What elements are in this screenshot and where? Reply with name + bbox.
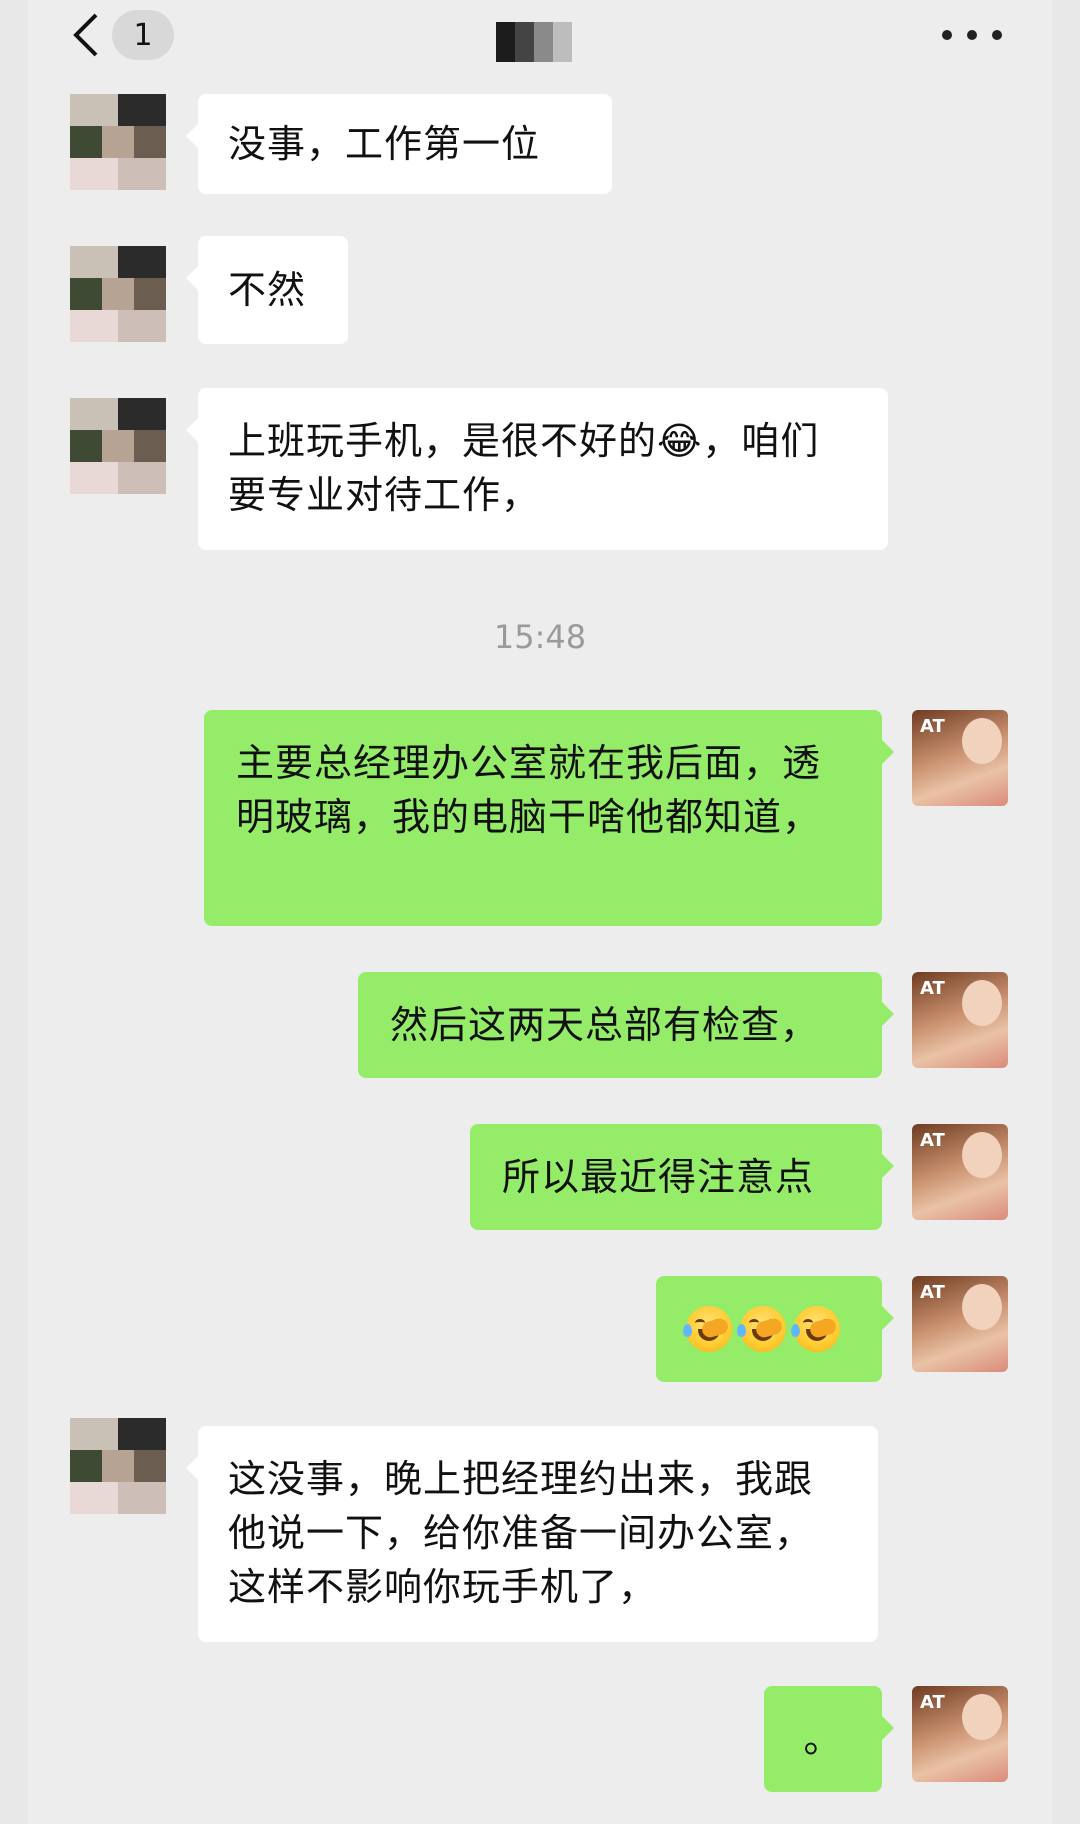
contact-avatar[interactable] (70, 246, 166, 342)
message-text: 不然 (228, 268, 307, 312)
message-bubble-incoming[interactable]: 不然 (186, 236, 348, 344)
facepalm-emoji-icon (737, 1306, 786, 1352)
message-text: 上班玩手机，是很不好的😂，咱们要专业对待工作， (228, 419, 820, 517)
message-bubble-outgoing[interactable]: 。 (764, 1686, 894, 1792)
message-bubble-outgoing[interactable]: 所以最近得注意点 (470, 1124, 894, 1230)
facepalm-emoji-icon (683, 1306, 732, 1352)
message-bubble-outgoing[interactable]: 主要总经理办公室就在我后面，透明玻璃，我的电脑干啥他都知道， (204, 710, 894, 926)
back-button[interactable] (66, 10, 106, 60)
message-text: 这没事，晚上把经理约出来，我跟他说一下，给你准备一间办公室，这样不影响你玩手机了… (228, 1457, 814, 1609)
more-options-button[interactable] (942, 20, 1002, 50)
my-avatar[interactable]: AT (912, 1124, 1008, 1220)
chevron-left-icon (73, 13, 98, 57)
my-avatar[interactable]: AT (912, 710, 1008, 806)
right-edge (1052, 0, 1080, 1824)
chat-header: 1 (0, 0, 1080, 80)
chat-title-redacted (496, 22, 572, 62)
my-avatar[interactable]: AT (912, 972, 1008, 1068)
unread-count-badge[interactable]: 1 (112, 10, 174, 60)
message-text: 没事，工作第一位 (228, 122, 541, 166)
message-timestamp: 15:48 (493, 618, 587, 656)
contact-avatar[interactable] (70, 94, 166, 190)
my-avatar[interactable]: AT (912, 1686, 1008, 1782)
contact-avatar[interactable] (70, 398, 166, 494)
message-bubble-outgoing[interactable]: 然后这两天总部有检查， (358, 972, 894, 1078)
message-text: 主要总经理办公室就在我后面，透明玻璃，我的电脑干啥他都知道， (236, 741, 822, 839)
facepalm-emoji-icon (791, 1306, 840, 1352)
message-bubble-incoming[interactable]: 这没事，晚上把经理约出来，我跟他说一下，给你准备一间办公室，这样不影响你玩手机了… (186, 1426, 878, 1642)
left-edge (0, 0, 28, 1824)
message-text: 。 (803, 1717, 843, 1761)
my-avatar[interactable]: AT (912, 1276, 1008, 1372)
more-dots-icon (942, 30, 952, 40)
contact-avatar[interactable] (70, 1418, 166, 1514)
message-text: 然后这两天总部有检查， (390, 1003, 820, 1047)
message-bubble-outgoing[interactable]: 🤦🤦🤦 (656, 1276, 894, 1382)
message-bubble-incoming[interactable]: 没事，工作第一位 (186, 94, 612, 194)
message-text: 所以最近得注意点 (502, 1155, 815, 1199)
message-bubble-incoming[interactable]: 上班玩手机，是很不好的😂，咱们要专业对待工作， (186, 388, 888, 550)
